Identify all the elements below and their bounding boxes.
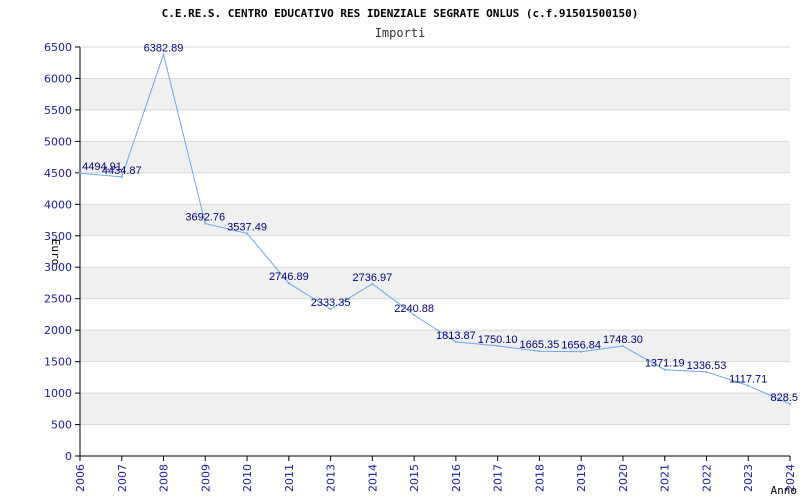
x-tick-label: 2014 [366,464,379,492]
x-tick-label: 2013 [325,464,338,492]
y-tick-label: 5000 [44,135,72,148]
x-tick-label: 2024 [784,464,797,492]
data-label: 2736.97 [352,272,392,284]
y-tick-label: 0 [65,450,72,463]
data-label: 2240.88 [394,303,434,315]
background-band [80,78,790,110]
data-label: 1750.10 [478,334,518,346]
data-label: 828.5 [770,392,798,404]
data-point [79,172,81,175]
line-chart: C.E.RE.S. CENTRO EDUCATIVO RES IDENZIALE… [44,7,798,497]
y-tick-label: 1000 [44,387,72,400]
x-tick-label: 2016 [450,464,463,492]
data-label: 6382.89 [144,42,184,54]
data-label: 1748.30 [603,334,643,346]
x-tick-label: 2019 [575,464,588,492]
x-tick-label: 2006 [74,464,87,492]
y-tick-label: 2000 [44,324,72,337]
x-tick-label: 2011 [283,464,296,492]
y-tick-label: 500 [51,419,72,432]
data-label: 2746.89 [269,271,309,283]
x-tick-label: 2010 [241,464,254,492]
background-band [80,267,790,299]
data-label: 1371.19 [645,358,685,370]
data-label: 1336.53 [687,360,727,372]
x-tick-label: 2015 [408,464,421,492]
y-tick-label: 4000 [44,198,72,211]
y-tick-label: 5500 [44,104,72,117]
y-tick-label: 1500 [44,356,72,369]
background-bands [80,78,790,425]
y-tick-label: 3500 [44,230,72,243]
data-label: 1813.87 [436,330,476,342]
x-tick-label: 2020 [617,464,630,492]
x-tick-label: 2018 [533,464,546,492]
data-label: 1665.35 [520,339,560,351]
x-tick-label: 2009 [199,464,212,492]
x-tick-label: 2017 [492,464,505,492]
data-label: 3692.76 [185,212,225,224]
x-tick-label: 2021 [659,464,672,492]
data-label: 1656.84 [561,340,601,352]
background-band [80,393,790,425]
data-label: 1117.71 [729,374,767,386]
x-tick-label: 2008 [158,464,171,492]
x-tick-label: 2022 [700,464,713,492]
x-tick-label: 2007 [116,464,129,492]
y-tick-label: 3000 [44,261,72,274]
chart-subtitle: Importi [375,26,426,40]
x-axis-ticks: 2006 2007 2008 2009 2010 2011 2013 2014 2015 2016… [74,456,797,492]
y-tick-label: 6000 [44,72,72,85]
chart-title: C.E.RE.S. CENTRO EDUCATIVO RES IDENZIALE… [162,7,639,20]
data-label: 2333.35 [311,297,351,309]
data-label: 4434.87 [102,165,142,177]
y-tick-label: 4500 [44,167,72,180]
x-tick-label: 2023 [742,464,755,492]
y-tick-label: 6500 [44,41,72,54]
y-tick-label: 2500 [44,293,72,306]
data-label: 3537.49 [227,221,267,233]
chart-container: C.E.RE.S. CENTRO EDUCATIVO RES IDENZIALE… [0,0,800,500]
